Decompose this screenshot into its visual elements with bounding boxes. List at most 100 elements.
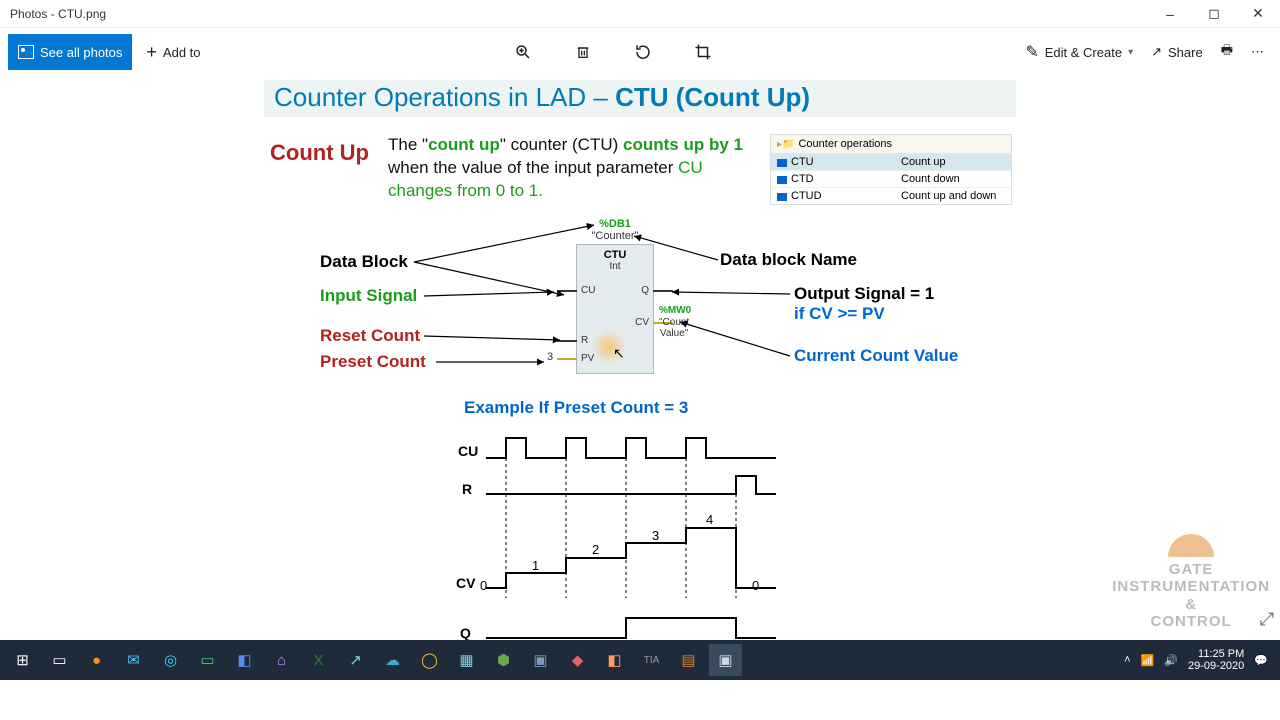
counter-operations-table: ▸📁 Counter operations CTUCount up CTDCoun…	[770, 134, 1012, 205]
taskbar-app[interactable]: ✉	[117, 644, 150, 676]
taskbar-app[interactable]: TIA	[635, 644, 668, 676]
delete-button[interactable]	[573, 42, 593, 62]
taskbar-app[interactable]: ▣	[524, 644, 557, 676]
pin-cv: CV	[635, 317, 649, 328]
block-dtype: Int	[577, 261, 653, 272]
start-button[interactable]: ⊞	[6, 644, 39, 676]
folder-icon: ▸📁	[777, 139, 794, 150]
taskbar-app[interactable]: ◯	[413, 644, 446, 676]
share-icon: ↗	[1151, 44, 1162, 60]
minimize-button[interactable]: –	[1148, 0, 1192, 28]
add-to-button[interactable]: + Add to	[146, 43, 200, 61]
photo-viewport[interactable]: Counter Operations in LAD – CTU (Count U…	[0, 76, 1280, 680]
ann-output-signal: Output Signal = 1	[794, 284, 934, 304]
svg-text:2: 2	[592, 542, 599, 557]
close-button[interactable]: ✕	[1236, 0, 1280, 28]
maximize-button[interactable]: ◻	[1192, 0, 1236, 28]
print-button[interactable]: 🖶	[1221, 41, 1233, 63]
svg-text:4: 4	[706, 512, 713, 527]
svg-text:Q: Q	[460, 625, 471, 641]
description-text: The "count up" counter (CTU) counts up b…	[388, 134, 758, 203]
windows-taskbar: ⊞ ▭ ● ✉ ◎ ▭ ◧ ⌂ X ↗ ☁ ◯ ▦ ⬢ ▣ ◆ ◧ TIA ▤ …	[0, 640, 1280, 680]
legend-header: Counter operations	[798, 138, 892, 150]
ctu-box: CTU Int CU Q CV %MW0 "Count Value" R PV …	[576, 244, 654, 374]
wand-icon: ✎	[1025, 42, 1038, 62]
svg-text:3: 3	[652, 528, 659, 543]
svg-text:CV: CV	[456, 575, 476, 591]
taskbar-app[interactable]: ◧	[598, 644, 631, 676]
slide-image: Counter Operations in LAD – CTU (Count U…	[264, 80, 1016, 676]
taskbar-app[interactable]: ◆	[561, 644, 594, 676]
system-tray[interactable]: ˄ 📶 🔊 11:25 PM 29-09-2020 💬	[1124, 648, 1276, 672]
photos-icon	[18, 45, 34, 59]
svg-text:1: 1	[532, 558, 539, 573]
pin-r: R	[581, 335, 588, 346]
ann-input-signal: Input Signal	[320, 286, 417, 306]
highlight-glow	[591, 329, 627, 365]
fullscreen-icon[interactable]: ⤢	[1260, 609, 1274, 630]
add-to-label: Add to	[163, 45, 201, 60]
taskbar-app[interactable]: ◧	[228, 644, 261, 676]
example-title: Example If Preset Count = 3	[464, 398, 688, 418]
taskbar-app[interactable]: ↗	[339, 644, 372, 676]
svg-text:0: 0	[480, 578, 487, 593]
legend-row-ctu: CTUCount up	[771, 154, 1011, 171]
ann-preset-count: Preset Count	[320, 352, 426, 372]
ann-db-name: Data block Name	[720, 250, 857, 270]
taskbar-app[interactable]: ☁	[376, 644, 409, 676]
crop-button[interactable]	[693, 42, 713, 62]
taskbar-app[interactable]: ▤	[672, 644, 705, 676]
tray-chevron-icon[interactable]: ˄	[1124, 654, 1130, 666]
see-all-photos-button[interactable]: See all photos	[8, 34, 132, 70]
plus-icon: +	[146, 43, 157, 61]
ann-output-cond: if CV >= PV	[794, 304, 885, 324]
legend-row-ctd: CTDCount down	[771, 171, 1011, 188]
share-button[interactable]: ↗ Share	[1151, 44, 1203, 60]
slide-title: Counter Operations in LAD – CTU (Count U…	[264, 80, 1016, 117]
ctu-block: %DB1 "Counter" CTU Int CU Q CV %MW0 "Cou…	[560, 218, 670, 374]
ann-reset-count: Reset Count	[320, 326, 420, 346]
taskbar-app[interactable]: ⌂	[265, 644, 298, 676]
chevron-down-icon: ▾	[1128, 47, 1133, 58]
window-titlebar: Photos - CTU.png – ◻ ✕	[0, 0, 1280, 28]
slide-title-prefix: Counter Operations in LAD –	[274, 82, 615, 112]
photos-toolbar: See all photos + Add to ✎ Edit & Create …	[0, 28, 1280, 76]
pin-q: Q	[641, 285, 649, 296]
ann-current-cv: Current Count Value	[794, 346, 958, 366]
slide-title-bold: CTU (Count Up)	[615, 82, 810, 112]
see-all-photos-label: See all photos	[40, 45, 122, 60]
db-address: %DB1	[560, 218, 670, 230]
svg-text:0: 0	[752, 578, 759, 593]
db-name: "Counter"	[560, 230, 670, 242]
taskbar-photos[interactable]: ▣	[709, 644, 742, 676]
count-value-label: "Count Value"	[659, 317, 689, 339]
edit-create-button[interactable]: ✎ Edit & Create ▾	[1025, 42, 1133, 62]
rotate-button[interactable]	[633, 42, 653, 62]
svg-text:CU: CU	[458, 443, 478, 459]
edit-create-label: Edit & Create	[1045, 45, 1122, 60]
taskbar-app[interactable]: X	[302, 644, 335, 676]
task-view-button[interactable]: ▭	[43, 644, 76, 676]
zoom-button[interactable]	[513, 42, 533, 62]
window-title: Photos - CTU.png	[10, 7, 106, 21]
timing-diagram: CU R CV 0 1 2 3 4	[446, 428, 806, 668]
tray-volume-icon[interactable]: 🔊	[1164, 654, 1178, 667]
tray-notifications-icon[interactable]: 💬	[1254, 654, 1268, 667]
ann-data-block: Data Block	[320, 252, 408, 272]
pin-cu: CU	[581, 285, 595, 296]
taskbar-app[interactable]: ●	[80, 644, 113, 676]
taskbar-app[interactable]: ◎	[154, 644, 187, 676]
channel-watermark: GATE INSTRUMENTATION & CONTROL	[1112, 534, 1270, 630]
count-up-heading: Count Up	[270, 140, 369, 166]
tray-clock[interactable]: 11:25 PM 29-09-2020	[1188, 648, 1244, 672]
tray-network-icon[interactable]: 📶	[1141, 654, 1155, 667]
block-type: CTU	[577, 245, 653, 261]
svg-text:R: R	[462, 481, 472, 497]
pv-value: 3	[547, 351, 553, 363]
more-button[interactable]: ⋯	[1251, 44, 1264, 60]
mw0-label: %MW0	[659, 305, 691, 316]
taskbar-app[interactable]: ▦	[450, 644, 483, 676]
taskbar-app[interactable]: ▭	[191, 644, 224, 676]
taskbar-app[interactable]: ⬢	[487, 644, 520, 676]
legend-row-ctud: CTUDCount up and down	[771, 188, 1011, 204]
